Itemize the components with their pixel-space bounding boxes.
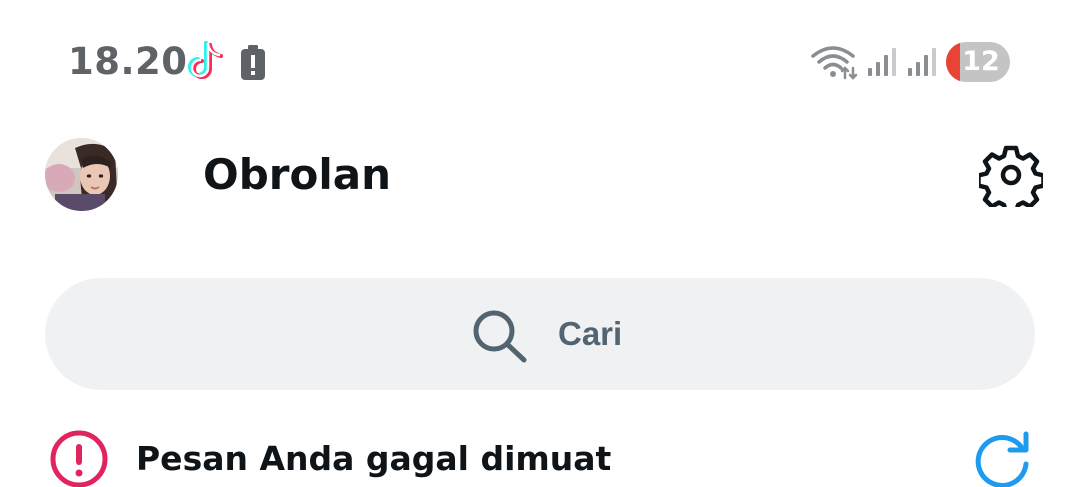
error-message: Pesan Anda gagal dimuat xyxy=(136,439,612,478)
avatar-image xyxy=(45,138,118,211)
status-bar: 18.20 12 xyxy=(0,0,1077,120)
tiktok-icon xyxy=(188,41,223,79)
status-time: 18.20 xyxy=(68,40,188,83)
refresh-icon xyxy=(975,431,1029,487)
refresh-button[interactable] xyxy=(970,428,1034,487)
search-input[interactable] xyxy=(45,278,1035,390)
search-placeholder: Cari xyxy=(558,315,623,352)
profile-avatar[interactable] xyxy=(45,138,118,211)
gear-icon xyxy=(979,145,1043,207)
page-title: Obrolan xyxy=(203,150,391,199)
search-icon xyxy=(473,310,527,363)
settings-button[interactable] xyxy=(978,142,1044,208)
error-icon xyxy=(50,430,108,487)
signal-icon xyxy=(868,48,896,76)
battery-level: 12 xyxy=(962,46,1000,77)
wifi-icon xyxy=(811,46,858,80)
signal-icon xyxy=(908,48,936,76)
battery-alert-icon xyxy=(241,45,265,80)
battery-indicator: 12 xyxy=(946,42,1010,82)
